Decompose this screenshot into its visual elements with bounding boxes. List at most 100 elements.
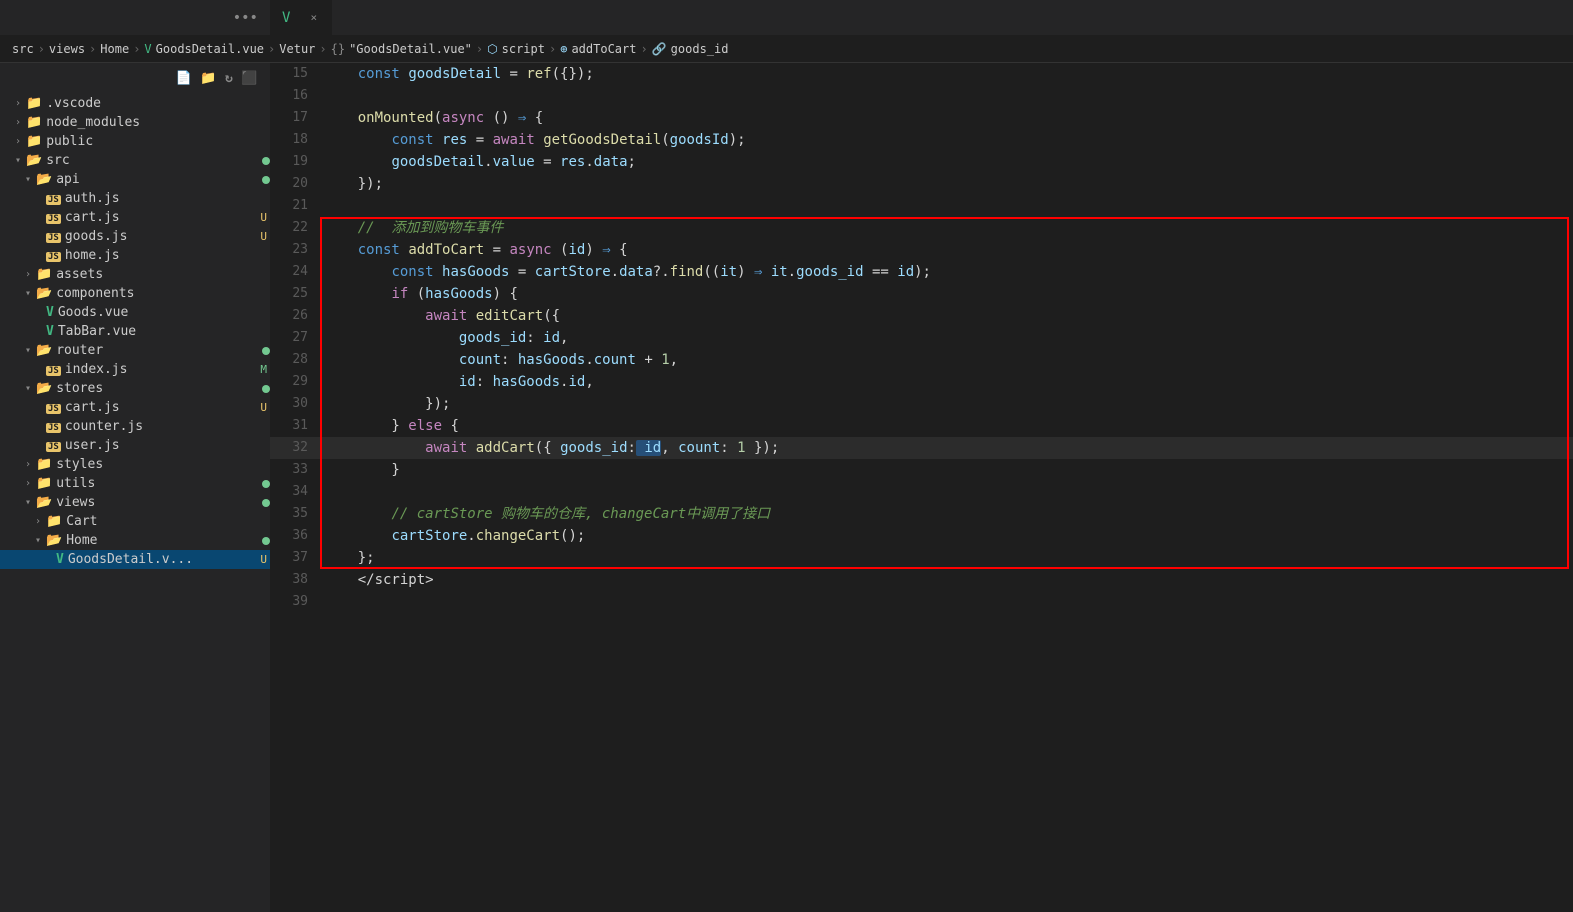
sidebar-item-router[interactable]: ▾ 📂 router bbox=[0, 341, 270, 360]
sidebar-item-utils[interactable]: › 📁 utils bbox=[0, 474, 270, 493]
folder-icon: 📁 bbox=[26, 96, 42, 111]
tab-close-icon[interactable]: × bbox=[308, 9, 319, 26]
bc-vetur[interactable]: Vetur bbox=[279, 42, 315, 56]
line-content: const addToCart = async (id) ⇒ { bbox=[320, 239, 1573, 261]
tree-arrow: ▾ bbox=[20, 174, 36, 185]
main-area: 📄 📁 ↻ ⬛ › 📁 .vscode › 📁 node_modules › 📁… bbox=[0, 63, 1573, 912]
line-number: 26 bbox=[270, 305, 320, 327]
tree-label: .vscode bbox=[46, 96, 270, 111]
bc-script[interactable]: script bbox=[502, 42, 545, 56]
sidebar-item-counter.js[interactable]: JS counter.js bbox=[0, 417, 270, 436]
tree-arrow: ▾ bbox=[20, 383, 36, 394]
sidebar-item-GoodsDetail.vue[interactable]: V GoodsDetail.v... U bbox=[0, 550, 270, 569]
tab-goodsdetail[interactable]: V × bbox=[270, 0, 332, 35]
code-line-23: 23 const addToCart = async (id) ⇒ { bbox=[270, 239, 1573, 261]
folder-icon: 📂 bbox=[36, 495, 52, 510]
line-content: const goodsDetail = ref({}); bbox=[320, 63, 1573, 85]
badge-dot bbox=[262, 499, 270, 507]
line-content: const hasGoods = cartStore.data?.find((i… bbox=[320, 261, 1573, 283]
more-icon[interactable]: ••• bbox=[233, 10, 258, 26]
line-number: 36 bbox=[270, 525, 320, 547]
sidebar-item-components[interactable]: ▾ 📂 components bbox=[0, 284, 270, 303]
code-line-36: 36 cartStore.changeCart(); bbox=[270, 525, 1573, 547]
badge-dot bbox=[262, 480, 270, 488]
tree-label: user.js bbox=[65, 438, 270, 453]
line-number: 25 bbox=[270, 283, 320, 305]
badge-dot bbox=[262, 347, 270, 355]
code-line-33: 33 } bbox=[270, 459, 1573, 481]
code-line-34: 34 bbox=[270, 481, 1573, 503]
editor: 15 const goodsDetail = ref({});1617 onMo… bbox=[270, 63, 1573, 912]
bc-addtocart[interactable]: addToCart bbox=[571, 42, 636, 56]
sidebar-item-Home[interactable]: ▾ 📂 Home bbox=[0, 531, 270, 550]
sidebar-item-cart.js2[interactable]: JS cart.js U bbox=[0, 398, 270, 417]
line-number: 29 bbox=[270, 371, 320, 393]
sidebar-header: 📄 📁 ↻ ⬛ bbox=[0, 63, 270, 94]
sidebar-item-user.js[interactable]: JS user.js bbox=[0, 436, 270, 455]
line-content: if (hasGoods) { bbox=[320, 283, 1573, 305]
sidebar-item-views[interactable]: ▾ 📂 views bbox=[0, 493, 270, 512]
bc-var-icon: 🔗 bbox=[652, 42, 667, 56]
sidebar-item-index.js[interactable]: JS index.js M bbox=[0, 360, 270, 379]
line-number: 23 bbox=[270, 239, 320, 261]
explorer-title: ••• bbox=[0, 10, 270, 26]
bc-src[interactable]: src bbox=[12, 42, 34, 56]
sidebar-item-Cart[interactable]: › 📁 Cart bbox=[0, 512, 270, 531]
sidebar-item-auth.js[interactable]: JS auth.js bbox=[0, 189, 270, 208]
sidebar-item-stores[interactable]: ▾ 📂 stores bbox=[0, 379, 270, 398]
line-number: 22 bbox=[270, 217, 320, 239]
line-number: 28 bbox=[270, 349, 320, 371]
line-number: 32 bbox=[270, 437, 320, 459]
js-icon: JS bbox=[46, 400, 61, 415]
sidebar-item-vscode[interactable]: › 📁 .vscode bbox=[0, 94, 270, 113]
sidebar-icons: 📄 📁 ↻ ⬛ bbox=[176, 71, 258, 86]
bc-home[interactable]: Home bbox=[100, 42, 129, 56]
badge-dot bbox=[262, 537, 270, 545]
sidebar-item-styles[interactable]: › 📁 styles bbox=[0, 455, 270, 474]
sidebar-item-api[interactable]: ▾ 📂 api bbox=[0, 170, 270, 189]
folder-icon: 📂 bbox=[36, 286, 52, 301]
sidebar-item-goods.js[interactable]: JS goods.js U bbox=[0, 227, 270, 246]
tree-arrow: ▾ bbox=[20, 345, 36, 356]
bc-views[interactable]: views bbox=[49, 42, 85, 56]
line-content: goods_id: id, bbox=[320, 327, 1573, 349]
badge-u: U bbox=[257, 230, 270, 243]
folder-icon: 📁 bbox=[36, 457, 52, 472]
bc-goods-id[interactable]: goods_id bbox=[671, 42, 729, 56]
sidebar-item-public[interactable]: › 📁 public bbox=[0, 132, 270, 151]
new-file-icon[interactable]: 📄 bbox=[176, 71, 193, 86]
line-content: } bbox=[320, 459, 1573, 481]
code-line-39: 39 bbox=[270, 591, 1573, 613]
line-number: 20 bbox=[270, 173, 320, 195]
line-content: }; bbox=[320, 547, 1573, 569]
sidebar-item-home.js[interactable]: JS home.js bbox=[0, 246, 270, 265]
collapse-icon[interactable]: ⬛ bbox=[241, 71, 258, 86]
sidebar-item-assets[interactable]: › 📁 assets bbox=[0, 265, 270, 284]
tree-label: TabBar.vue bbox=[58, 324, 270, 339]
sidebar-item-src[interactable]: ▾ 📂 src bbox=[0, 151, 270, 170]
sidebar-item-node_modules[interactable]: › 📁 node_modules bbox=[0, 113, 270, 132]
sidebar-item-cart.js[interactable]: JS cart.js U bbox=[0, 208, 270, 227]
tree-arrow: › bbox=[20, 459, 36, 470]
sidebar-item-TabBar.vue[interactable]: V TabBar.vue bbox=[0, 322, 270, 341]
code-line-20: 20 }); bbox=[270, 173, 1573, 195]
tree-label: counter.js bbox=[65, 419, 270, 434]
refresh-icon[interactable]: ↻ bbox=[225, 71, 233, 86]
bc-file[interactable]: GoodsDetail.vue bbox=[156, 42, 264, 56]
new-folder-icon[interactable]: 📁 bbox=[200, 71, 217, 86]
tree-label: index.js bbox=[65, 362, 254, 377]
folder-icon: 📂 bbox=[46, 533, 62, 548]
tree-arrow: › bbox=[30, 516, 46, 527]
code-area[interactable]: 15 const goodsDetail = ref({});1617 onMo… bbox=[270, 63, 1573, 912]
bc-component[interactable]: "GoodsDetail.vue" bbox=[349, 42, 472, 56]
tree-arrow: ▾ bbox=[10, 155, 26, 166]
code-line-38: 38 </script> bbox=[270, 569, 1573, 591]
sidebar-item-Goods.vue[interactable]: V Goods.vue bbox=[0, 303, 270, 322]
badge-u: U bbox=[257, 211, 270, 224]
code-line-19: 19 goodsDetail.value = res.data; bbox=[270, 151, 1573, 173]
tree-label: stores bbox=[56, 381, 258, 396]
js-icon: JS bbox=[46, 191, 61, 206]
bc-script-icon: ⬡ bbox=[487, 42, 497, 56]
line-number: 38 bbox=[270, 569, 320, 591]
code-line-16: 16 bbox=[270, 85, 1573, 107]
